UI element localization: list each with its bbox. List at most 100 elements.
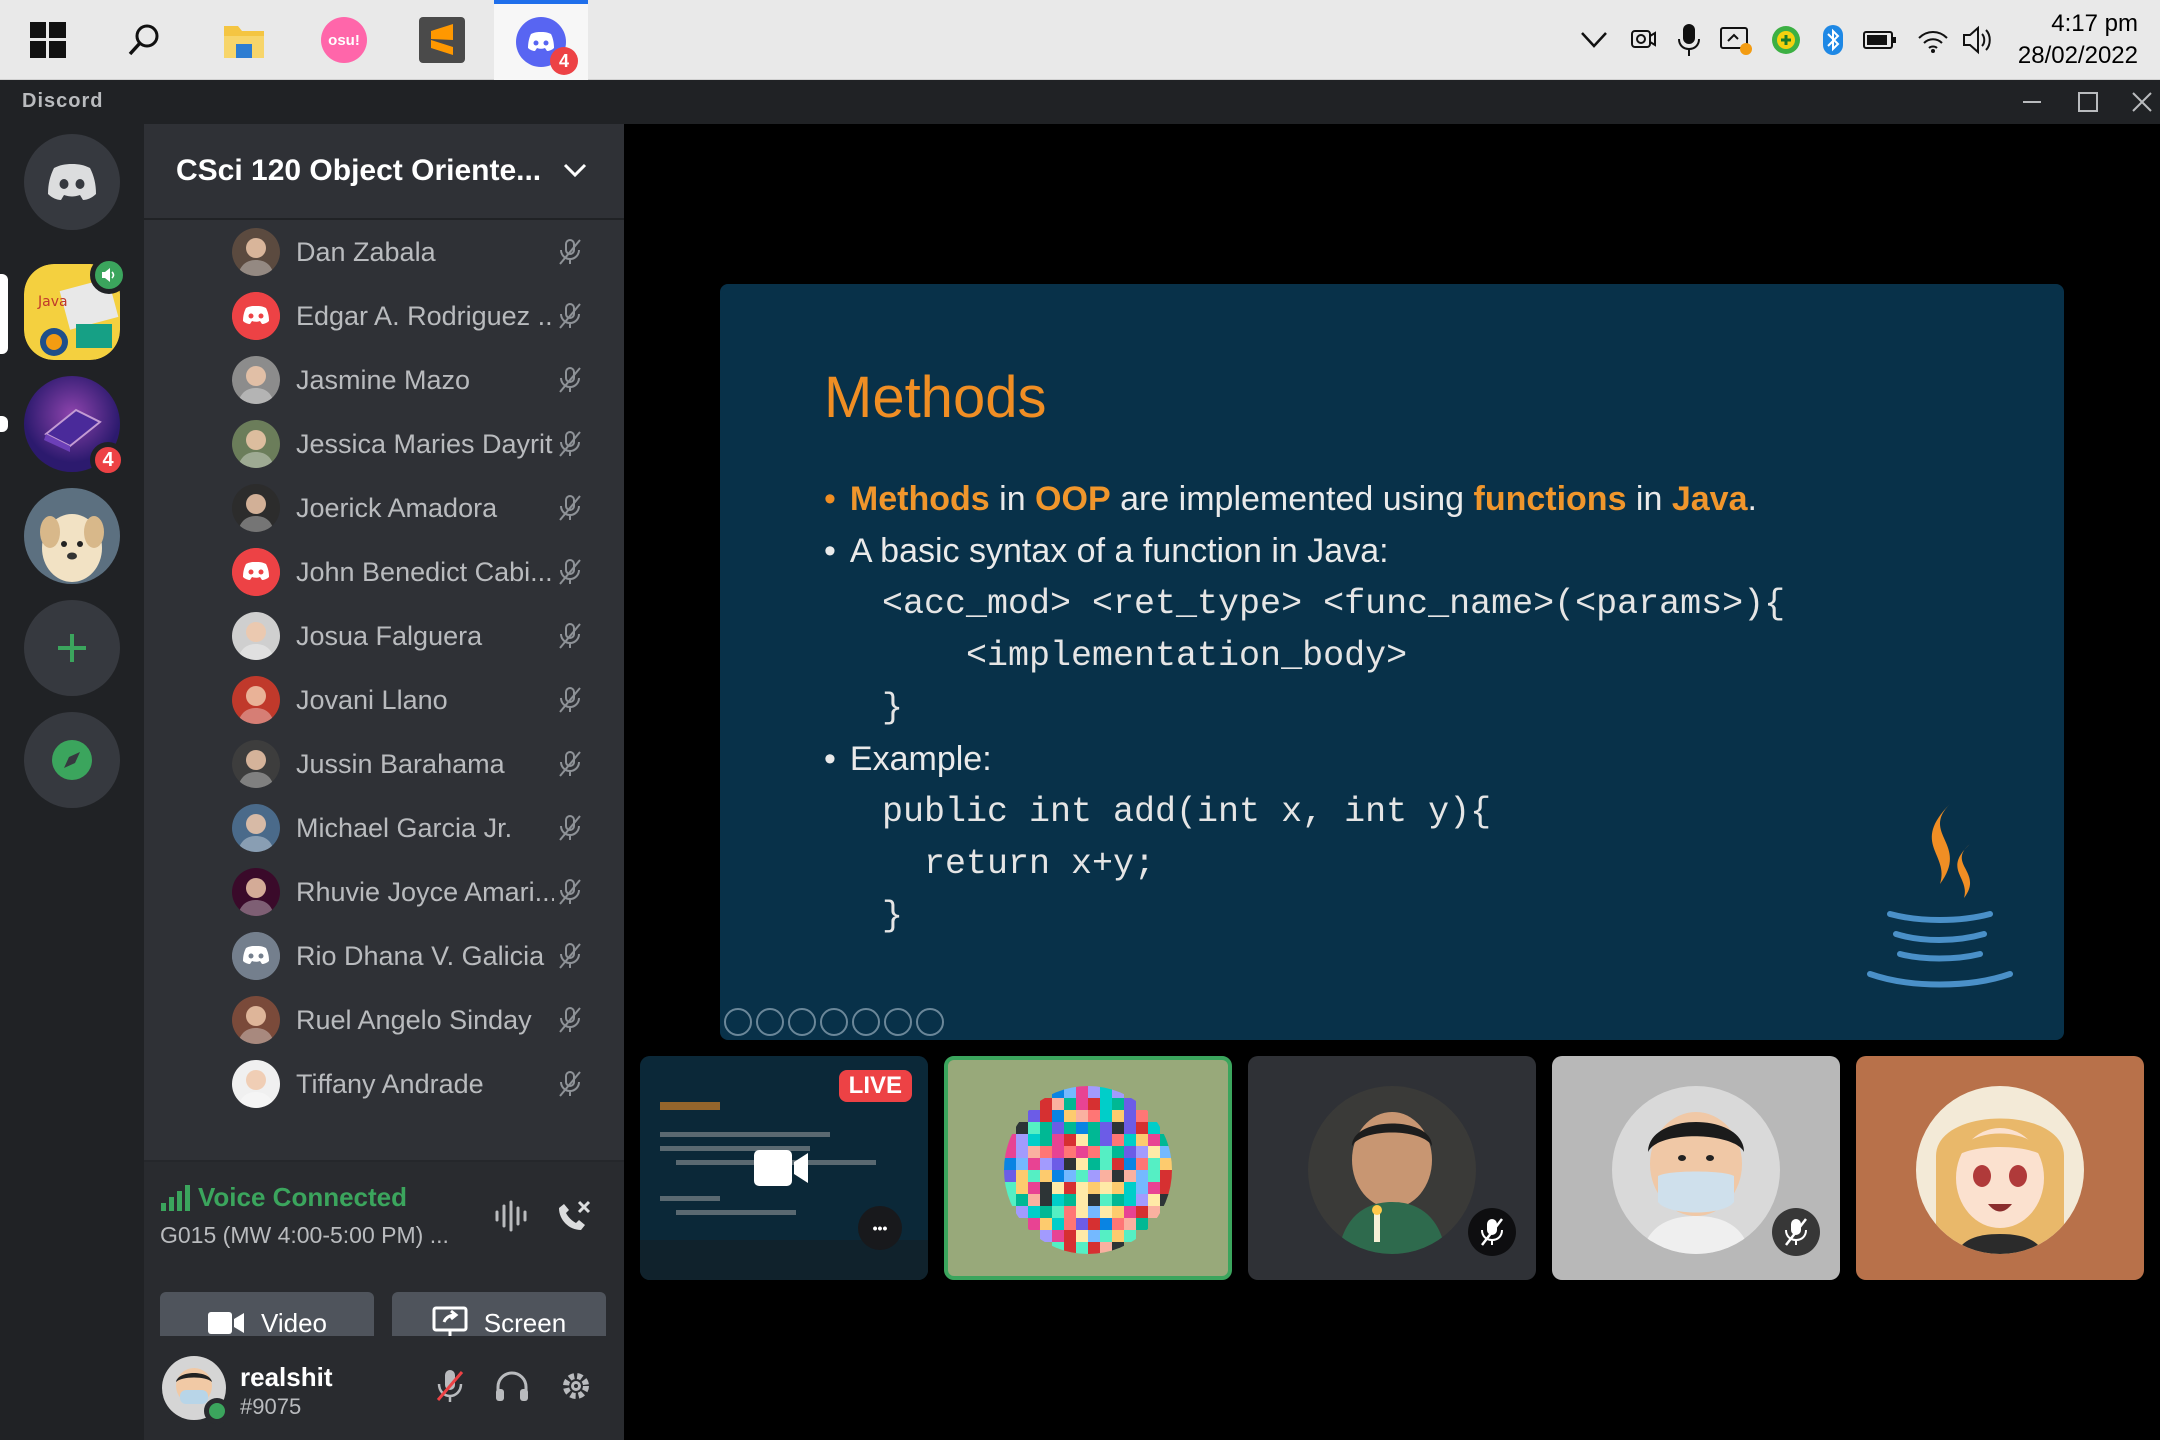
username: realshit (240, 1362, 333, 1392)
member-muted-icon (556, 494, 584, 522)
svg-text:Java: Java (37, 294, 68, 310)
voice-member[interactable]: Ruel Angelo Sinday (232, 992, 604, 1048)
screen-share-stream[interactable]: Methods • Methods in OOP are implemented … (720, 284, 2064, 1040)
slide-text: A basic syntax of a function in Java: (849, 532, 1389, 570)
user-settings-button[interactable] (554, 1364, 598, 1408)
voice-member[interactable]: Rhuvie Joyce Amari... (232, 864, 604, 920)
mute-microphone-button[interactable] (428, 1364, 472, 1408)
voice-member[interactable]: Edgar A. Rodriguez ... (232, 288, 604, 344)
clock-date: 28/02/2022 (2017, 42, 2138, 69)
voice-channel-name[interactable]: G015 (MW 4:00-5:00 PM) ... (160, 1222, 449, 1249)
tray-battery[interactable] (1862, 22, 1898, 58)
member-name: Rio Dhana V. Galicia (296, 940, 545, 971)
server-laptop[interactable]: 4 (24, 376, 126, 478)
syntax-code-line-1: <acc_mod> <ret_type> <func_name>(<params… (882, 584, 1786, 624)
slide-bullet-2: • A basic syntax of a function in Java: (824, 532, 1389, 570)
member-muted-icon (556, 1006, 584, 1034)
explore-servers-button[interactable] (24, 712, 120, 808)
member-photo (238, 814, 274, 852)
noise-suppression-button[interactable] (490, 1194, 534, 1238)
tray-vpn[interactable] (1768, 22, 1804, 58)
signal-strength-icon (161, 1184, 190, 1211)
tray-camera[interactable] (1626, 22, 1660, 58)
voice-member[interactable]: Rio Dhana V. Galicia (232, 928, 604, 984)
voice-member[interactable]: John Benedict Cabi... (232, 544, 604, 600)
disconnect-button[interactable] (552, 1194, 596, 1238)
voice-stage: Methods • Methods in OOP are implemented … (624, 124, 2160, 1440)
system-clock[interactable]: 4:17 pm 28/02/2022 (1998, 8, 2138, 72)
member-photo (238, 622, 274, 660)
voice-speaking-indicator (90, 256, 128, 294)
participant-avatar (1916, 1086, 2084, 1254)
voice-member[interactable]: Joerick Amadora (232, 480, 604, 536)
participant-tile[interactable] (1552, 1056, 1840, 1280)
more-options-button[interactable]: ••• (858, 1206, 902, 1250)
voice-member[interactable]: Michael Garcia Jr. (232, 800, 604, 856)
member-name: Josua Falguera (296, 620, 483, 651)
osu-button[interactable]: osu! (296, 0, 392, 80)
tray-wifi[interactable] (1916, 22, 1950, 58)
file-explorer-button[interactable] (196, 0, 292, 80)
member-muted-icon (556, 558, 584, 586)
voice-member[interactable]: Jussin Barahama (232, 736, 604, 792)
microphone-muted-icon (559, 879, 581, 905)
microphone-muted-icon (559, 623, 581, 649)
voice-member[interactable]: Tiffany Andrade (232, 1056, 604, 1112)
screen-share-icon (432, 1306, 468, 1340)
discord-home-button[interactable] (24, 134, 120, 230)
voice-member[interactable]: Jovani Llano (232, 672, 604, 728)
sublime-text-button[interactable] (394, 0, 490, 80)
view-control-icon (820, 1008, 848, 1036)
close-icon (2132, 92, 2152, 112)
minimize-button[interactable] (2004, 80, 2060, 124)
more-control-icon (916, 1008, 944, 1036)
voice-member[interactable]: Jasmine Mazo (232, 352, 604, 408)
server-java[interactable]: Java (24, 256, 128, 360)
member-avatar (232, 676, 280, 724)
microphone-muted-icon (559, 815, 581, 841)
tray-screen-capture[interactable] (1718, 22, 1754, 58)
start-button[interactable] (0, 0, 96, 80)
member-muted-icon (556, 238, 584, 266)
discord-default-avatar-icon (232, 548, 280, 596)
user-tag: #9075 (240, 1394, 302, 1419)
tray-microphone[interactable] (1672, 22, 1706, 58)
slide-text: Example: (849, 740, 992, 778)
battery-icon (1863, 31, 1896, 49)
voice-member[interactable]: Jessica Maries Dayrit (232, 416, 604, 472)
member-photo (238, 878, 274, 916)
add-server-button[interactable] (24, 600, 120, 696)
microphone-icon (1678, 24, 1700, 56)
tray-bluetooth[interactable] (1818, 22, 1848, 58)
server-header[interactable]: CSci 120 Object Oriente... (144, 124, 624, 220)
camera-icon (1631, 30, 1656, 48)
user-avatar[interactable] (162, 1356, 230, 1424)
voice-connected-status[interactable]: Voice Connected (160, 1182, 407, 1213)
voice-member[interactable]: Dan Zabala (232, 224, 604, 280)
server-name: CSci 120 Object Oriente... (176, 154, 542, 187)
participant-photo (1612, 1086, 1780, 1254)
maximize-button[interactable] (2060, 80, 2116, 124)
deafen-button[interactable] (490, 1364, 534, 1408)
participant-tile-stream[interactable]: LIVE ••• (640, 1056, 928, 1280)
voice-member[interactable]: Josua Falguera (232, 608, 604, 664)
tray-volume[interactable] (1960, 22, 1996, 58)
maximize-icon (2078, 92, 2098, 112)
close-window-button[interactable] (2114, 80, 2160, 124)
search-icon (128, 24, 159, 56)
participant-tile[interactable] (1856, 1056, 2144, 1280)
phone-hangup-icon (559, 1200, 591, 1230)
server-puppy[interactable] (24, 488, 120, 584)
search-button[interactable] (96, 0, 192, 80)
member-avatar (232, 356, 280, 404)
participant-anime-avatar (1916, 1086, 2084, 1254)
microphone-muted-icon (559, 559, 581, 585)
wifi-icon (1918, 31, 1948, 53)
participant-tile-speaking[interactable] (944, 1056, 1232, 1280)
participant-tile[interactable] (1248, 1056, 1536, 1280)
show-hidden-icons-button[interactable] (1578, 22, 1610, 58)
discord-taskbar-button[interactable]: 4 (494, 0, 588, 80)
member-muted-icon (556, 1070, 584, 1098)
bluetooth-icon (1823, 25, 1843, 55)
microphone-muted-icon (559, 1071, 581, 1097)
